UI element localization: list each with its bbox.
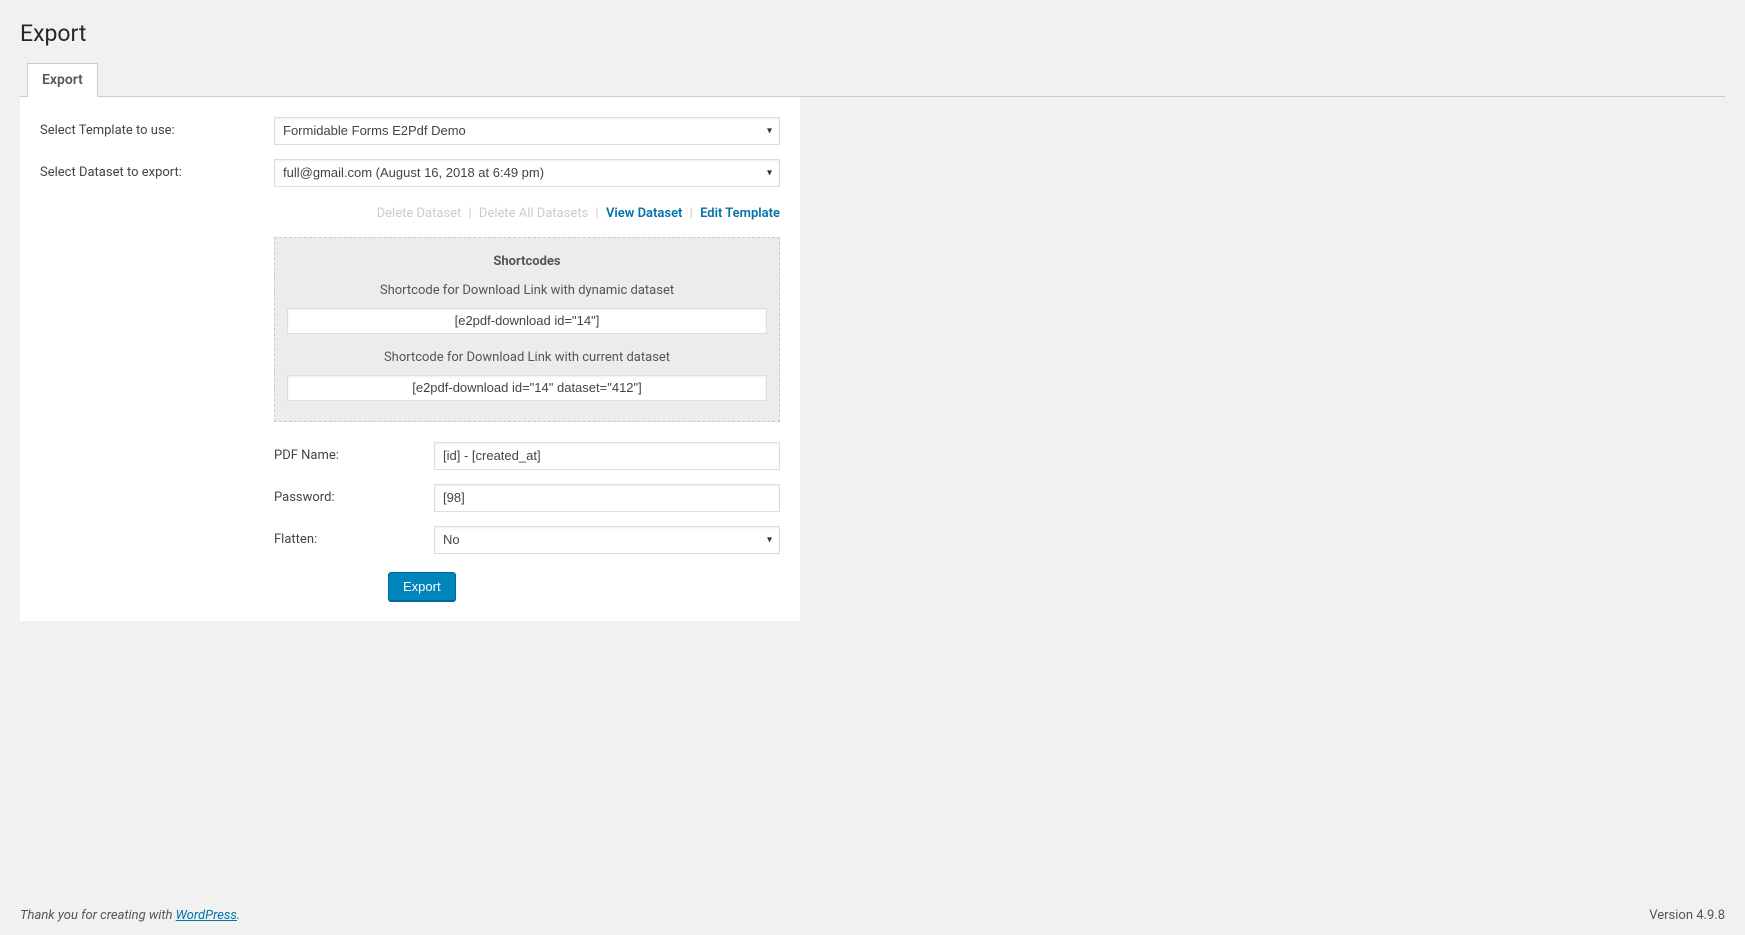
separator: |: [690, 206, 693, 221]
version-text: Version 4.9.8: [1649, 908, 1725, 923]
view-dataset-link[interactable]: View Dataset: [606, 206, 683, 221]
dataset-select[interactable]: full@gmail.com (August 16, 2018 at 6:49 …: [274, 159, 780, 187]
wordpress-link[interactable]: WordPress: [176, 908, 237, 923]
export-panel: Select Template to use: Formidable Forms…: [20, 97, 800, 621]
delete-dataset-link[interactable]: Delete Dataset: [377, 206, 462, 221]
pdf-name-label: PDF Name:: [274, 448, 434, 463]
shortcodes-title: Shortcodes: [287, 254, 767, 269]
delete-all-datasets-link[interactable]: Delete All Datasets: [479, 206, 588, 221]
password-input[interactable]: [434, 484, 780, 512]
password-label: Password:: [274, 490, 434, 505]
edit-template-link[interactable]: Edit Template: [700, 206, 780, 221]
export-button[interactable]: Export: [388, 572, 456, 601]
shortcode-dynamic-desc: Shortcode for Download Link with dynamic…: [287, 283, 767, 298]
dataset-label: Select Dataset to export:: [40, 165, 274, 180]
footer-thanks: Thank you for creating with: [20, 908, 176, 923]
separator: |: [596, 206, 599, 221]
flatten-select[interactable]: No: [434, 526, 780, 554]
shortcode-current-input[interactable]: [287, 375, 767, 401]
dataset-actions: Delete Dataset | Delete All Datasets | V…: [274, 201, 780, 237]
shortcode-current-desc: Shortcode for Download Link with current…: [287, 350, 767, 365]
tab-wrapper: Export: [20, 62, 1725, 97]
template-select[interactable]: Formidable Forms E2Pdf Demo: [274, 117, 780, 145]
footer: Thank you for creating with WordPress. V…: [0, 896, 1745, 935]
page-title: Export: [20, 10, 1725, 53]
template-label: Select Template to use:: [40, 123, 274, 138]
pdf-name-input[interactable]: [434, 442, 780, 470]
separator: |: [468, 206, 471, 221]
shortcodes-box: Shortcodes Shortcode for Download Link w…: [274, 237, 780, 422]
footer-period: .: [237, 908, 240, 923]
shortcode-dynamic-input[interactable]: [287, 308, 767, 334]
tab-export[interactable]: Export: [27, 63, 98, 97]
flatten-label: Flatten:: [274, 532, 434, 547]
